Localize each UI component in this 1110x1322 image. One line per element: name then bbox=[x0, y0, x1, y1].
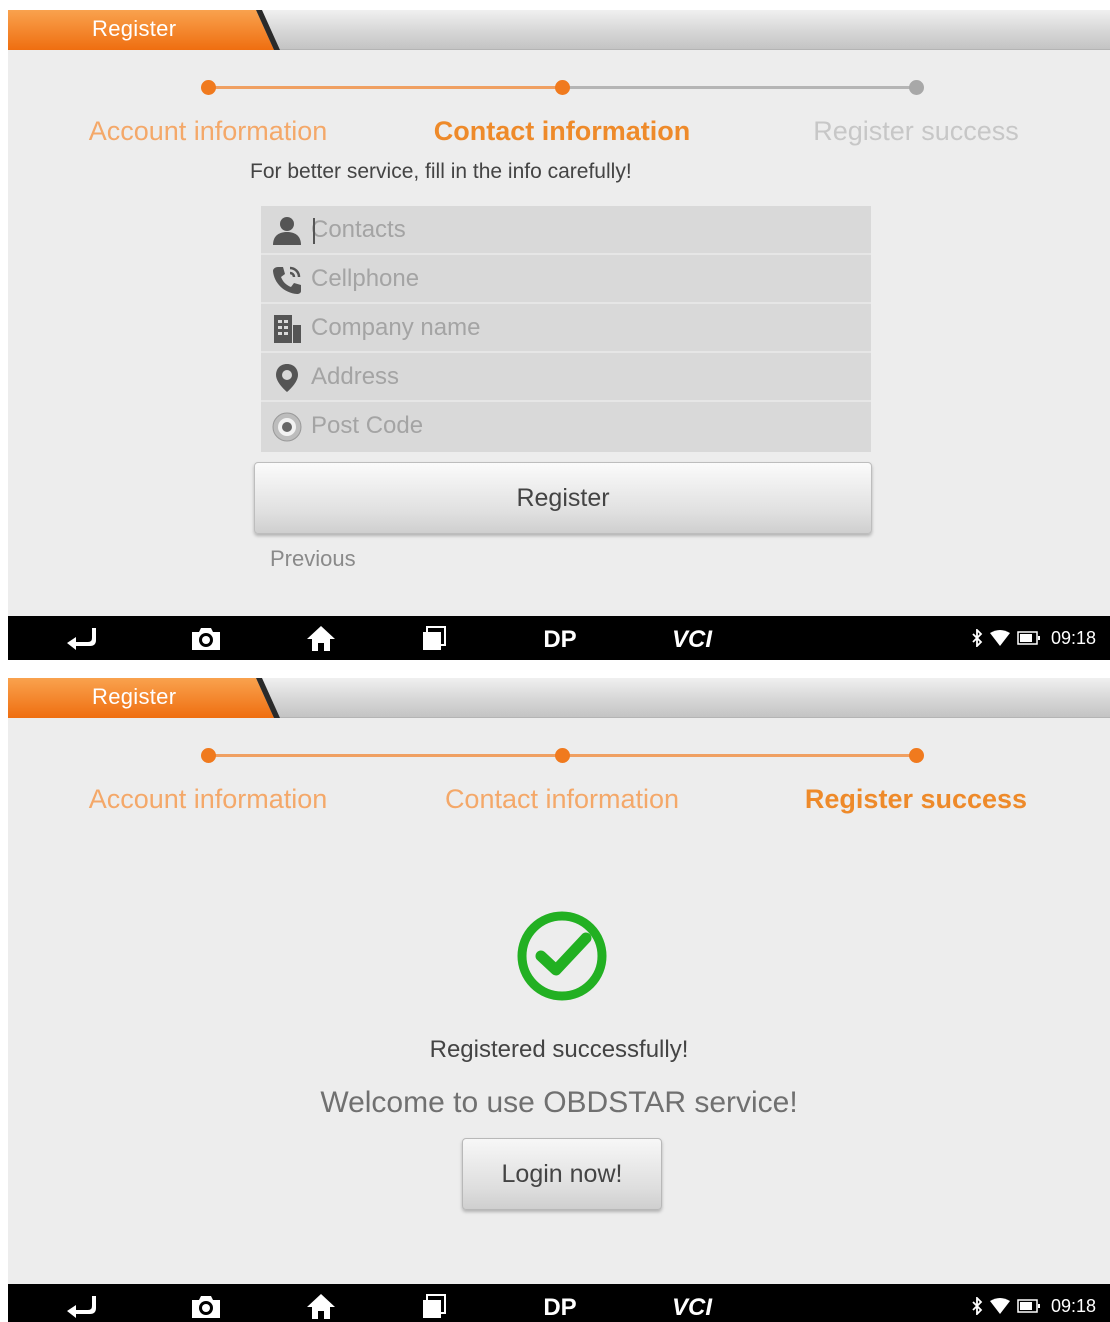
address-row[interactable] bbox=[261, 353, 871, 402]
postcode-row[interactable] bbox=[261, 402, 871, 451]
title-bar: Register bbox=[8, 10, 1110, 50]
bluetooth-icon bbox=[972, 1297, 983, 1315]
svg-text:VCI: VCI bbox=[672, 1294, 713, 1320]
home-icon[interactable] bbox=[306, 624, 336, 652]
step-label-success: Register success bbox=[813, 116, 1019, 146]
page-title: Register bbox=[92, 16, 177, 41]
person-icon bbox=[273, 217, 301, 245]
step-connector bbox=[208, 754, 562, 757]
step-dot-success bbox=[909, 80, 924, 95]
step-label-account: Account information bbox=[88, 116, 328, 146]
svg-text:DP: DP bbox=[543, 626, 576, 652]
back-icon[interactable] bbox=[64, 624, 98, 652]
home-icon[interactable] bbox=[306, 1292, 336, 1320]
step-label-success: Register success bbox=[804, 784, 1028, 814]
bluetooth-icon bbox=[972, 629, 983, 647]
step-label-contact: Contact information bbox=[433, 116, 691, 146]
vci-icon[interactable]: VCI bbox=[666, 624, 718, 652]
contacts-row[interactable] bbox=[261, 206, 871, 255]
previous-link[interactable]: Previous bbox=[270, 546, 356, 572]
progress-stepper: Account information Contact information … bbox=[8, 738, 1110, 848]
android-nav-bar: DP VCI 09:18 bbox=[8, 1284, 1110, 1322]
svg-text:VCI: VCI bbox=[672, 626, 713, 652]
step-dot-account bbox=[201, 80, 216, 95]
wifi-icon bbox=[989, 630, 1010, 646]
building-icon bbox=[274, 315, 301, 343]
contact-form bbox=[261, 206, 871, 452]
wifi-icon bbox=[989, 1298, 1010, 1314]
svg-text:DP: DP bbox=[543, 1294, 576, 1320]
step-dot-contact bbox=[555, 80, 570, 95]
status-area: 09:18 bbox=[971, 616, 1096, 660]
location-pin-icon bbox=[276, 364, 298, 392]
cellphone-input[interactable] bbox=[311, 259, 851, 299]
step-connector bbox=[562, 86, 916, 89]
recent-apps-icon[interactable] bbox=[420, 624, 448, 652]
register-success-screen: Register Account information Contact inf… bbox=[8, 678, 1110, 1322]
back-icon[interactable] bbox=[64, 1292, 98, 1320]
register-contact-screen: Register Account information Contact inf… bbox=[8, 10, 1110, 660]
form-hint: For better service, fill in the info car… bbox=[250, 160, 632, 183]
recent-apps-icon[interactable] bbox=[420, 1292, 448, 1320]
check-circle-icon bbox=[517, 911, 607, 1001]
register-button[interactable]: Register bbox=[254, 462, 872, 534]
welcome-message: Welcome to use OBDSTAR service! bbox=[320, 1086, 798, 1119]
dp-icon[interactable]: DP bbox=[536, 624, 584, 652]
step-label-contact: Contact information bbox=[444, 784, 680, 814]
postcode-icon bbox=[272, 412, 302, 442]
text-cursor bbox=[313, 218, 315, 244]
page-title: Register bbox=[92, 684, 177, 709]
android-nav-bar: DP VCI 09:18 bbox=[8, 616, 1110, 660]
login-now-button[interactable]: Login now! bbox=[462, 1138, 662, 1210]
dp-icon[interactable]: DP bbox=[536, 1292, 584, 1320]
company-row[interactable] bbox=[261, 304, 871, 353]
step-label-account: Account information bbox=[88, 784, 328, 814]
vci-icon[interactable]: VCI bbox=[666, 1292, 718, 1320]
success-message: Registered successfully! bbox=[429, 1036, 689, 1063]
camera-icon[interactable] bbox=[190, 1292, 222, 1320]
status-clock: 09:18 bbox=[1050, 1295, 1096, 1316]
contacts-input[interactable] bbox=[311, 210, 851, 250]
status-clock: 09:18 bbox=[1050, 627, 1096, 648]
company-name-input[interactable] bbox=[311, 308, 851, 348]
battery-icon bbox=[1017, 631, 1040, 645]
title-bar: Register bbox=[8, 678, 1110, 718]
camera-icon[interactable] bbox=[190, 624, 222, 652]
step-connector bbox=[562, 754, 916, 757]
status-area: 09:18 bbox=[971, 1284, 1096, 1322]
phone-icon bbox=[273, 266, 301, 294]
step-dot-contact bbox=[555, 748, 570, 763]
step-connector bbox=[208, 86, 562, 89]
step-dot-success bbox=[909, 748, 924, 763]
cellphone-row[interactable] bbox=[261, 255, 871, 304]
step-dot-account bbox=[201, 748, 216, 763]
address-input[interactable] bbox=[311, 357, 851, 397]
postcode-input[interactable] bbox=[311, 406, 851, 446]
battery-icon bbox=[1017, 1299, 1040, 1313]
